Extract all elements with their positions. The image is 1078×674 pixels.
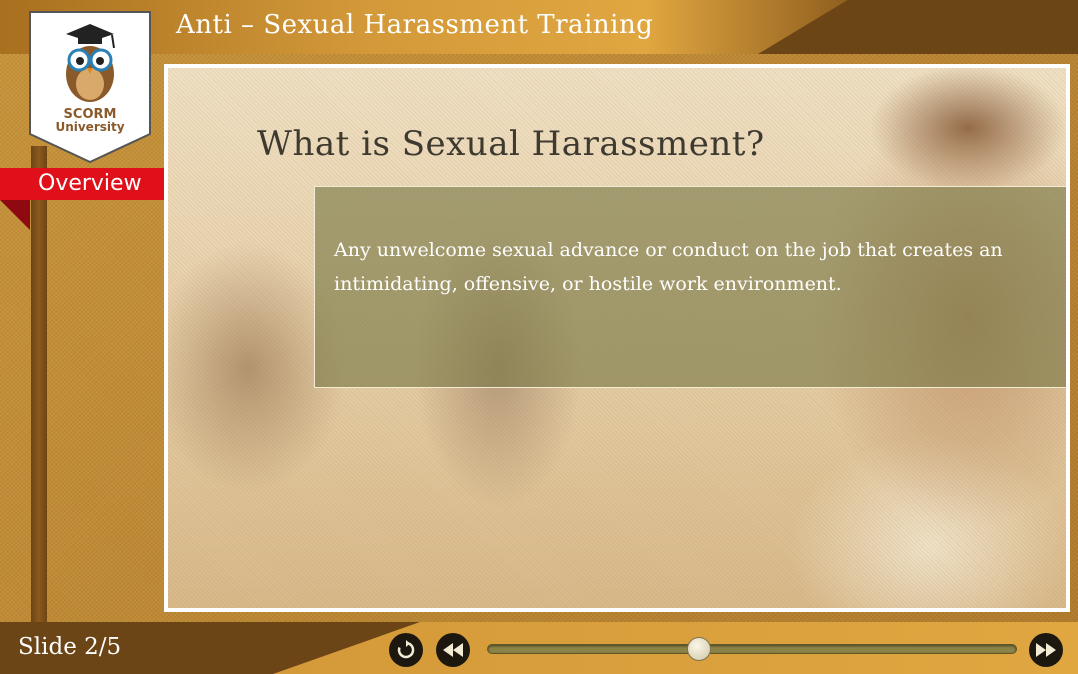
- slide-title: What is Sexual Harassment?: [257, 124, 765, 164]
- slide-counter: Slide 2/5: [18, 634, 122, 660]
- definition-box: Any unwelcome sexual advance or conduct …: [314, 186, 1066, 388]
- progress-track[interactable]: [487, 644, 1017, 654]
- next-button[interactable]: [1029, 633, 1063, 667]
- progress-thumb[interactable]: [687, 637, 711, 661]
- section-label[interactable]: Overview: [38, 171, 142, 196]
- logo-line2: University: [55, 120, 124, 134]
- scorm-university-logo: SCORM University: [29, 11, 151, 164]
- replay-button[interactable]: [389, 633, 423, 667]
- slide-background-photo: What is Sexual Harassment? Any unwelcome…: [168, 68, 1066, 608]
- slide-frame: What is Sexual Harassment? Any unwelcome…: [164, 64, 1070, 612]
- fast-forward-icon: [1036, 643, 1056, 657]
- definition-text: Any unwelcome sexual advance or conduct …: [334, 239, 1003, 295]
- rewind-button[interactable]: [436, 633, 470, 667]
- rewind-icon: [443, 643, 463, 657]
- course-title: Anti – Sexual Harassment Training: [176, 10, 654, 40]
- replay-icon: [397, 640, 415, 659]
